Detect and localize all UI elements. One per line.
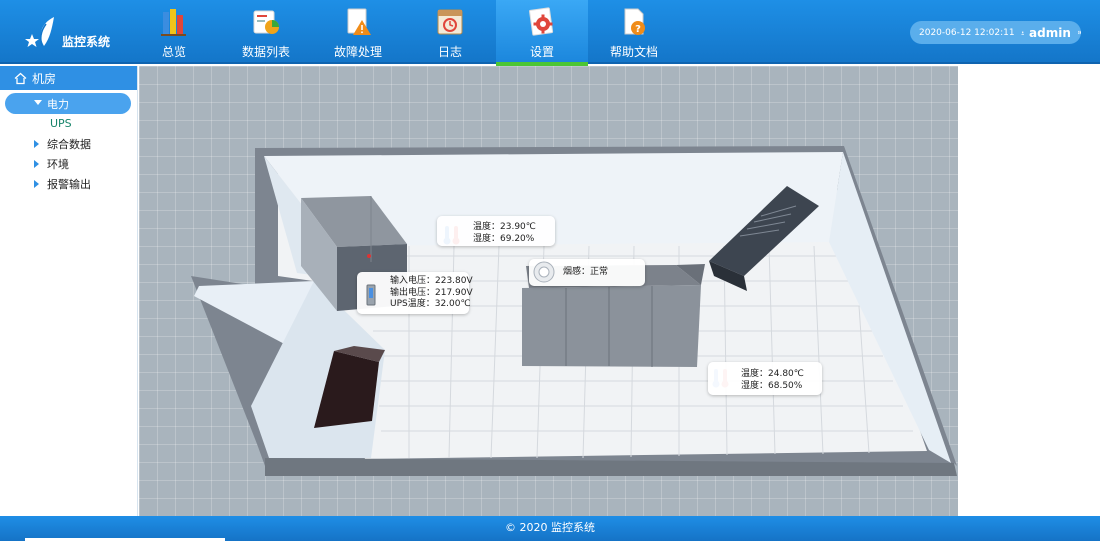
- sidebar-root-machine-room[interactable]: 机房: [0, 66, 137, 90]
- sidebar-item-environment[interactable]: 环境: [0, 154, 137, 174]
- leaf-star-logo-icon: [25, 17, 54, 47]
- footer-copyright: © 2020 监控系统: [505, 521, 595, 534]
- nav-overview[interactable]: 总览: [128, 0, 220, 64]
- caret-right-icon: [34, 160, 39, 168]
- rack-front: [522, 285, 701, 367]
- ups-out-voltage: 输出电压：217.90V: [390, 287, 473, 298]
- nav-data-list[interactable]: 数据列表: [220, 0, 312, 64]
- sidebar-item-comprehensive-data[interactable]: 综合数据: [0, 134, 137, 154]
- top-header: 监控系统 总览 数据列表 故障处理 日志 设置 ? 帮助文档 2020-06-1…: [0, 0, 1100, 66]
- sidebar-item-label: 综合数据: [47, 138, 91, 151]
- nav-data-list-label: 数据列表: [241, 45, 290, 59]
- sidebar-item-ups[interactable]: UPS: [0, 114, 137, 134]
- sidebar-item-label: 报警输出: [47, 178, 91, 191]
- gear-document-icon: [529, 7, 554, 36]
- smoke-status: 烟感：正常: [563, 267, 609, 277]
- ups-temp: UPS温度：32.00℃: [390, 299, 471, 309]
- caret-right-icon: [34, 180, 39, 188]
- username[interactable]: admin: [1029, 26, 1071, 40]
- svg-text:?: ?: [635, 24, 641, 35]
- ups-tag[interactable]: 输入电压：223.80V 输出电压：217.90V UPS温度：32.00℃: [357, 272, 473, 314]
- app-title: 监控系统: [62, 35, 111, 49]
- footer: © 2020 监控系统: [0, 516, 1100, 541]
- sidebar-item-label: 环境: [47, 158, 69, 171]
- datetime-display: 2020-06-12 12:02:11: [919, 27, 1015, 38]
- ups-in-voltage: 输入电压：223.80V: [390, 276, 473, 286]
- room-3d-view[interactable]: 温度：23.90℃ 湿度：69.20% 输入电压：223.80V 输出电压：21…: [139, 66, 958, 516]
- nav-log[interactable]: 日志: [404, 0, 496, 64]
- help-document-icon: ?: [624, 8, 645, 35]
- warning-document-icon: [347, 8, 371, 35]
- logout-icon[interactable]: [1077, 27, 1081, 38]
- sidebar-group-power[interactable]: 电力: [5, 93, 131, 114]
- ups-indicator-icon: [367, 254, 371, 258]
- nav-settings[interactable]: 设置: [496, 0, 588, 66]
- sensor1-temp: 温度：23.90℃: [473, 222, 536, 232]
- nav-help[interactable]: ? 帮助文档: [588, 0, 680, 64]
- caret-down-icon: [34, 100, 42, 105]
- nav-settings-label: 设置: [529, 45, 554, 59]
- sidebar-root-label: 机房: [32, 71, 57, 86]
- sensor2-temp: 温度：24.80℃: [741, 369, 804, 379]
- user-icon: [1020, 31, 1024, 35]
- data-report-icon: [253, 10, 279, 34]
- main-nav: 总览 数据列表 故障处理 日志 设置 ? 帮助文档: [128, 0, 680, 66]
- nav-fault-label: 故障处理: [333, 45, 382, 59]
- ups-device-icon: [366, 284, 376, 306]
- nav-fault[interactable]: 故障处理: [312, 0, 404, 64]
- sensor2-humidity: 湿度：68.50%: [741, 380, 803, 391]
- room-scene: [191, 146, 957, 476]
- sensor-tag-2[interactable]: 温度：24.80℃ 湿度：68.50%: [708, 362, 822, 395]
- caret-right-icon: [34, 140, 39, 148]
- nav-log-label: 日志: [437, 45, 462, 59]
- user-status-bar: 2020-06-12 12:02:11 admin: [910, 21, 1081, 44]
- calendar-log-icon: [437, 9, 463, 35]
- sidebar-group-label: 电力: [47, 97, 69, 111]
- nav-help-label: 帮助文档: [609, 45, 658, 59]
- sidebar-item-alarm-output[interactable]: 报警输出: [0, 174, 137, 194]
- nav-overview-label: 总览: [161, 45, 186, 59]
- smoke-tag[interactable]: 烟感：正常: [529, 259, 645, 286]
- sidebar-tree: 机房 电力 UPS 综合数据 环境 报警输出: [0, 66, 138, 516]
- sensor1-humidity: 湿度：69.20%: [473, 233, 535, 244]
- sensor-tag-1[interactable]: 温度：23.90℃ 湿度：69.20%: [437, 216, 555, 246]
- smoke-detector-icon: [533, 261, 555, 283]
- book-chart-icon: [161, 9, 186, 36]
- home-icon: [14, 72, 27, 84]
